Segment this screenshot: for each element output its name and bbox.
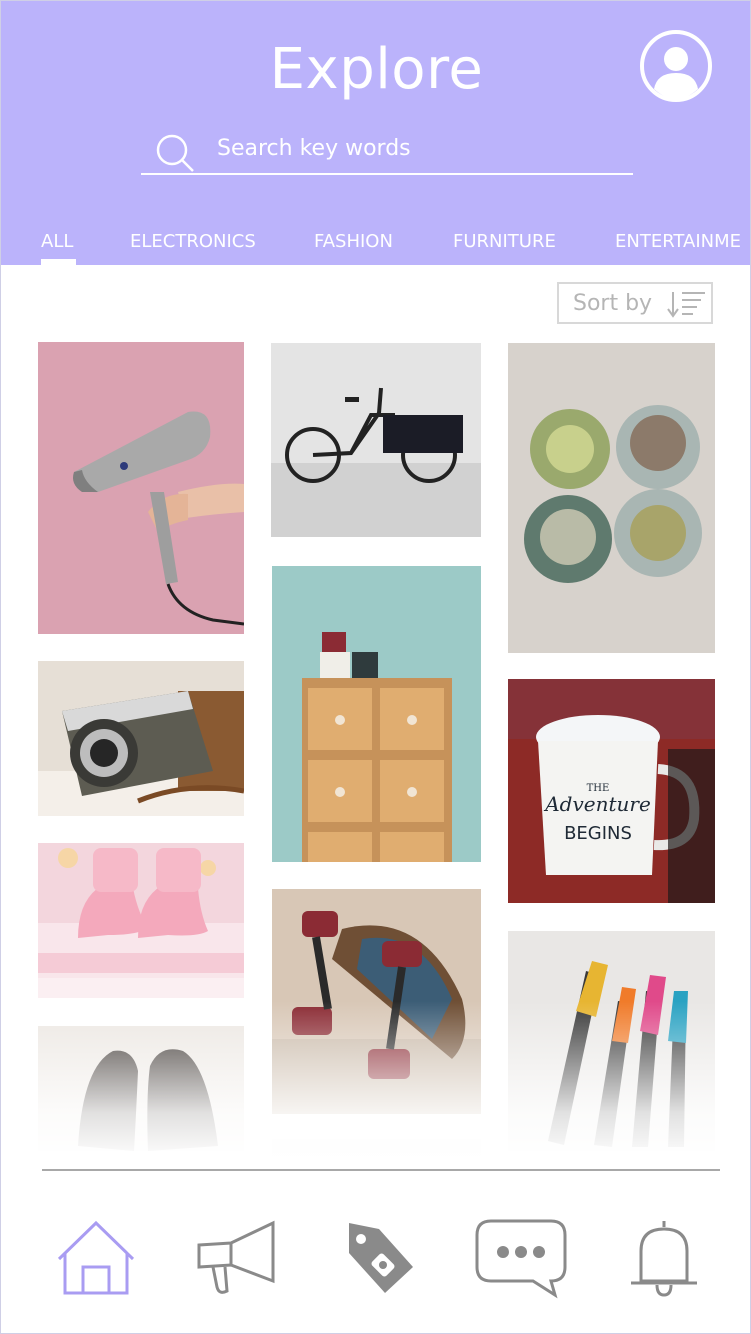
- home-icon: [57, 1220, 135, 1295]
- nav-home[interactable]: [51, 1215, 141, 1299]
- tab-fashion[interactable]: FASHION: [314, 231, 393, 252]
- tab-electronics[interactable]: ELECTRONICS: [130, 231, 256, 252]
- bottom-nav-divider: [42, 1169, 720, 1171]
- nav-messages[interactable]: [473, 1215, 569, 1299]
- price-tag-icon: [349, 1223, 413, 1293]
- sort-button[interactable]: Sort by: [557, 282, 713, 324]
- user-avatar-icon[interactable]: [639, 29, 713, 103]
- nav-promotions[interactable]: [191, 1215, 281, 1299]
- product-card-cargo-bike[interactable]: [271, 343, 481, 537]
- search-input[interactable]: [215, 129, 619, 167]
- tab-furniture[interactable]: FURNITURE: [453, 231, 556, 252]
- search-icon[interactable]: [155, 133, 195, 173]
- product-card-baby-booties[interactable]: [38, 843, 244, 998]
- product-card-succulents[interactable]: [508, 343, 715, 653]
- category-tabs: ALL ELECTRONICS FASHION FURNITURE ENTERT…: [1, 227, 750, 265]
- mug-text-begins: BEGINS: [564, 823, 632, 844]
- product-card-enamel-mug[interactable]: THE Adventure BEGINS: [508, 679, 715, 903]
- active-tab-indicator: [41, 259, 76, 265]
- chat-bubble-icon: [475, 1219, 567, 1299]
- product-card-camera[interactable]: [38, 661, 244, 816]
- tab-entertainment[interactable]: ENTERTAINME: [615, 231, 741, 252]
- mug-text-adventure: Adventure: [543, 792, 651, 816]
- nav-deals[interactable]: [331, 1215, 421, 1299]
- sort-label: Sort by: [573, 291, 653, 316]
- sort-descending-icon: [667, 290, 707, 318]
- megaphone-icon: [197, 1220, 275, 1294]
- product-card-hair-dryer[interactable]: [38, 342, 244, 634]
- product-card-drawers[interactable]: [272, 566, 481, 862]
- tab-all[interactable]: ALL: [41, 231, 73, 252]
- search-bar[interactable]: [141, 127, 633, 175]
- bell-icon: [631, 1221, 697, 1297]
- header: Explore ALL ELECTRONICS FASHION FURNITUR…: [1, 1, 750, 265]
- scroll-fade-overlay: [1, 1001, 750, 1161]
- nav-notifications[interactable]: [619, 1215, 709, 1299]
- app-screen: Explore ALL ELECTRONICS FASHION FURNITUR…: [0, 0, 751, 1334]
